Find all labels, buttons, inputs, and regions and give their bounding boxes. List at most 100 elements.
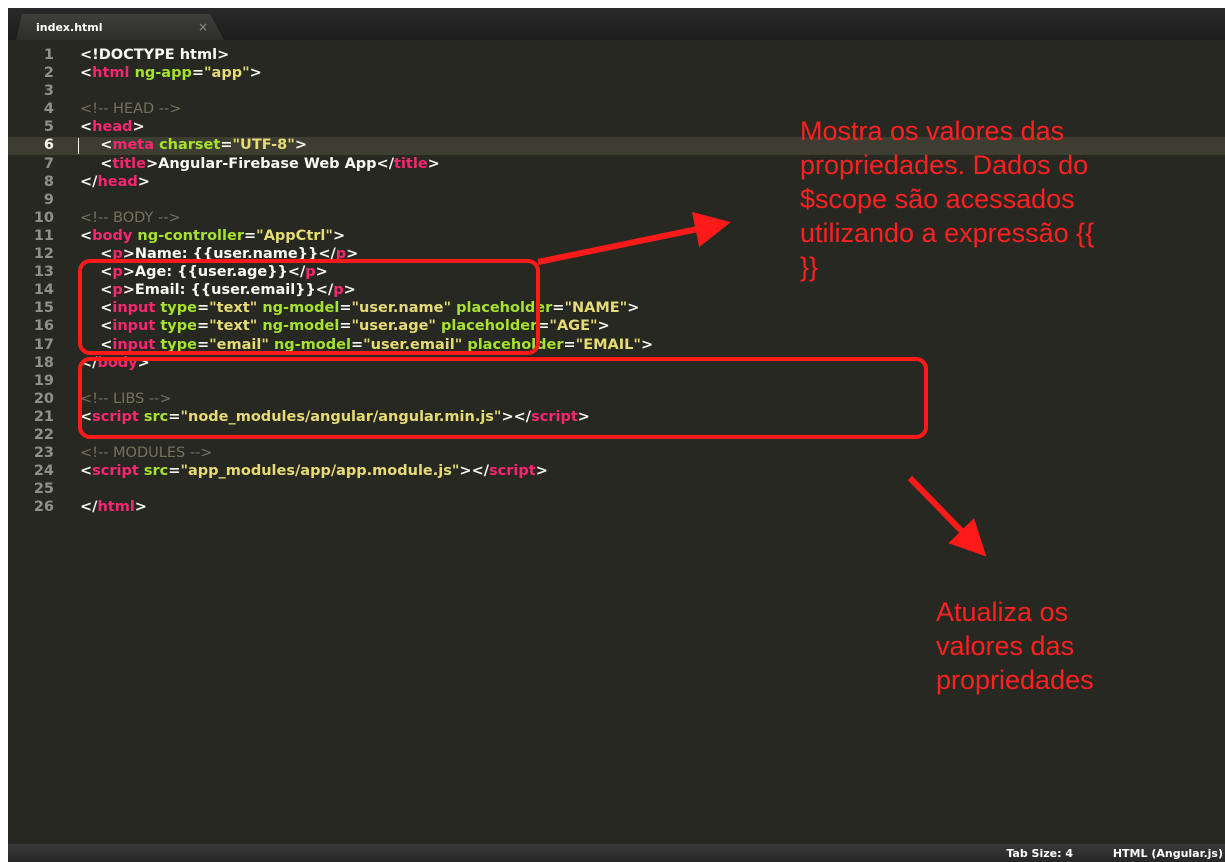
- line-number: 3: [43, 83, 54, 100]
- text-cursor: [78, 138, 79, 154]
- note-bottom-line-2: valores das: [936, 631, 1075, 661]
- comment: <!-- HEAD -->: [80, 101, 182, 118]
- tab-title: index.html: [36, 21, 103, 34]
- note-top-line-5: }}: [800, 252, 819, 282]
- line-number: 21: [33, 408, 54, 425]
- line-number: 4: [43, 101, 54, 118]
- tag-name: title: [112, 155, 146, 172]
- punct: >: [294, 137, 307, 154]
- punct: </: [80, 499, 98, 516]
- punct: >: [627, 300, 640, 317]
- attr-name: charset: [159, 137, 221, 154]
- tab-bar: index.html ×: [8, 8, 1225, 40]
- punct: =: [220, 137, 233, 154]
- punct: >: [134, 499, 147, 516]
- code-line-2: <html ng-app="app">: [80, 64, 1225, 82]
- note-top-line-1: Mostra os valores das: [800, 116, 1065, 146]
- attr-name: ng-app: [134, 65, 192, 82]
- punct: >: [535, 463, 548, 480]
- attr-value: "AppCtrl": [256, 227, 333, 244]
- note-bottom-line-3: propriedades: [936, 665, 1094, 695]
- attr-value: "AGE": [549, 318, 598, 335]
- attr-value: "EMAIL": [575, 336, 641, 353]
- line-number: 26: [33, 499, 54, 516]
- punct: =: [563, 336, 576, 353]
- line-number: 13: [33, 264, 54, 281]
- punct: =: [168, 463, 181, 480]
- line-number: 5: [43, 119, 54, 136]
- attr-value: "app_modules/app/app.module.js": [180, 463, 460, 480]
- text: >Angular-Firebase Web App</: [145, 155, 395, 172]
- punct: =: [552, 300, 565, 317]
- line-number: 16: [33, 318, 54, 335]
- line-number: 17: [33, 336, 54, 353]
- punct: >: [132, 119, 145, 136]
- line-number: 11: [33, 227, 54, 244]
- note-top-line-3: $scope são acessados: [800, 184, 1075, 214]
- tab-index-html[interactable]: index.html ×: [16, 14, 224, 40]
- attr-value: "NAME": [564, 300, 628, 317]
- punct: <: [80, 463, 93, 480]
- line-number: 19: [33, 372, 54, 389]
- note-top: Mostra os valores das propriedades. Dado…: [800, 114, 1210, 284]
- attr-value: "app": [203, 65, 250, 82]
- line-number: 10: [33, 209, 54, 226]
- line-number: 6: [43, 137, 54, 154]
- syntax-indicator[interactable]: HTML (Angular.js): [1113, 847, 1223, 860]
- output-expressions-highlight: [78, 259, 540, 355]
- line-number: 9: [43, 191, 54, 208]
- punct: <: [80, 65, 93, 82]
- attr-name: ng-controller: [137, 227, 244, 244]
- tab-size-indicator[interactable]: Tab Size: 4: [1006, 847, 1073, 860]
- punct: =: [243, 227, 257, 244]
- line-number: 18: [33, 354, 54, 371]
- punct: <: [80, 227, 93, 244]
- status-bar: Tab Size: 4 HTML (Angular.js): [8, 844, 1225, 862]
- doctype: <!DOCTYPE html>: [80, 47, 230, 63]
- code-line-24: <script src="app_modules/app/app.module.…: [80, 462, 1225, 480]
- code-line-26: </html>: [80, 498, 1225, 516]
- line-number-gutter: 1 2 3 4 5 6 7 8 9 10 11 12 13 14 15 16 17 18 19 20 21 22 23 24 2…: [8, 46, 64, 516]
- close-icon[interactable]: ×: [198, 20, 208, 34]
- punct: >: [597, 318, 610, 335]
- tag-name: script: [92, 463, 139, 480]
- line-number: 1: [43, 47, 54, 63]
- punct: <: [80, 119, 93, 136]
- tag-name: title: [394, 155, 428, 172]
- comment: <!-- MODULES -->: [80, 445, 213, 462]
- line-number: 15: [33, 300, 54, 317]
- note-bottom: Atualiza os valores das propriedades: [936, 595, 1196, 697]
- line-number: 8: [43, 173, 54, 190]
- code-line-1: <!DOCTYPE html>: [80, 46, 1225, 64]
- input-fields-highlight: [78, 357, 928, 439]
- tag-name: html: [97, 499, 135, 516]
- punct: >: [640, 336, 654, 353]
- line-number: 2: [43, 65, 54, 82]
- tag-name: head: [92, 119, 133, 136]
- line-number: 7: [43, 155, 54, 172]
- comment: <!-- BODY -->: [80, 209, 181, 226]
- attr-value: "UTF-8": [232, 137, 295, 154]
- tag-name: script: [489, 463, 536, 480]
- line-number: 25: [33, 481, 54, 498]
- tag-name: head: [97, 173, 138, 190]
- punct: >: [332, 227, 346, 244]
- line-number: 20: [33, 390, 54, 407]
- note-bottom-line-1: Atualiza os: [936, 597, 1069, 627]
- tag-name: meta: [112, 137, 155, 154]
- punct: >: [249, 65, 262, 82]
- note-top-line-2: propriedades. Dados do: [800, 150, 1089, 180]
- punct: >: [427, 155, 440, 172]
- line-number: 22: [33, 426, 54, 443]
- punct: <: [80, 137, 113, 154]
- code-line-23: <!-- MODULES -->: [80, 444, 1225, 462]
- tag-name: body: [92, 227, 133, 244]
- line-number: 12: [33, 246, 54, 263]
- line-number: 14: [33, 282, 54, 299]
- punct: ></: [459, 463, 490, 480]
- attr-name: src: [143, 463, 169, 480]
- tag-name: html: [92, 65, 130, 82]
- punct: >: [137, 173, 150, 190]
